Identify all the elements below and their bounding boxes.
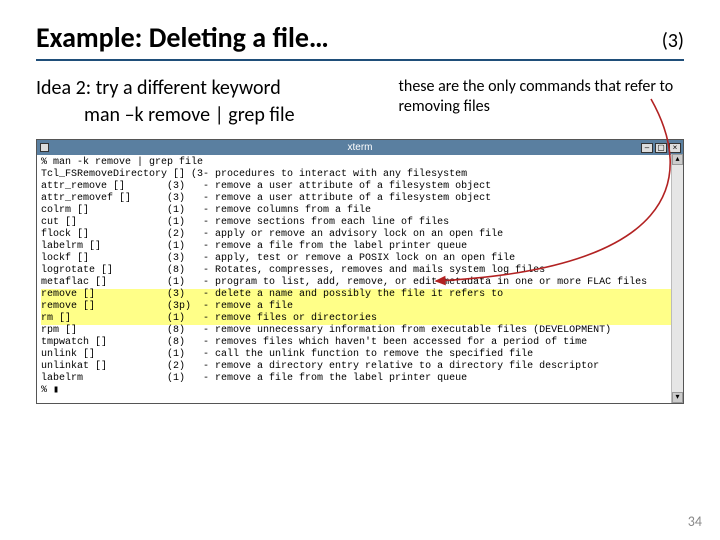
terminal-line: remove [] (3p) - remove a file	[41, 301, 679, 313]
content-row: Idea 2: try a different keyword man –k r…	[36, 75, 684, 129]
terminal-line: flock [] (2) - apply or remove an adviso…	[41, 229, 679, 241]
terminal-line: remove [] (3) - delete a name and possib…	[41, 289, 679, 301]
scrollbar[interactable]: ▴ ▾	[671, 154, 683, 403]
terminal-line: % ▮	[41, 385, 679, 397]
idea-block: Idea 2: try a different keyword man –k r…	[36, 75, 379, 129]
minimize-button[interactable]: –	[641, 143, 653, 153]
terminal-titlebar: xterm – ▢ ×	[37, 140, 683, 155]
idea-line2: man –k remove | grep file	[84, 102, 379, 129]
scroll-down-icon[interactable]: ▾	[672, 392, 683, 403]
scroll-up-icon[interactable]: ▴	[672, 154, 683, 165]
window-menu-icon[interactable]	[40, 143, 49, 152]
close-button[interactable]: ×	[669, 143, 681, 153]
terminal-line: rpm [] (8) - remove unnecessary informat…	[41, 325, 679, 337]
terminal-line: tmpwatch [] (8) - removes files which ha…	[41, 337, 679, 349]
terminal-line: unlinkat [] (2) - remove a directory ent…	[41, 361, 679, 373]
terminal-title: xterm	[348, 142, 373, 153]
terminal-line: attr_removef [] (3) - remove a user attr…	[41, 193, 679, 205]
terminal-line: lockf [] (3) - apply, test or remove a P…	[41, 253, 679, 265]
terminal-line: Tcl_FSRemoveDirectory [] (3- procedures …	[41, 169, 679, 181]
terminal-line: attr_remove [] (3) - remove a user attri…	[41, 181, 679, 193]
maximize-button[interactable]: ▢	[655, 143, 667, 153]
slide-marker: (3)	[662, 29, 684, 53]
terminal-line: logrotate [] (8) - Rotates, compresses, …	[41, 265, 679, 277]
terminal-line: unlink [] (1) - call the unlink function…	[41, 349, 679, 361]
terminal-line: cut [] (1) - remove sections from each l…	[41, 217, 679, 229]
terminal-window: xterm – ▢ × % man -k remove | grep fileT…	[36, 139, 684, 404]
terminal-line: % man -k remove | grep file	[41, 157, 679, 169]
terminal-line: colrm [] (1) - remove columns from a fil…	[41, 205, 679, 217]
terminal-body[interactable]: % man -k remove | grep fileTcl_FSRemoveD…	[37, 155, 683, 403]
page-number: 34	[688, 513, 702, 530]
annotation-note: these are the only commands that refer t…	[399, 75, 684, 129]
slide-title: Example: Deleting a file…	[36, 20, 329, 55]
terminal-line: rm [] (1) - remove files or directories	[41, 313, 679, 325]
title-row: Example: Deleting a file… (3)	[36, 20, 684, 61]
terminal-line: metaflac [] (1) - program to list, add, …	[41, 277, 679, 289]
terminal-line: labelrm [] (1) - remove a file from the …	[41, 241, 679, 253]
idea-line1: Idea 2: try a different keyword	[36, 75, 379, 102]
terminal-line: labelrm (1) - remove a file from the lab…	[41, 373, 679, 385]
